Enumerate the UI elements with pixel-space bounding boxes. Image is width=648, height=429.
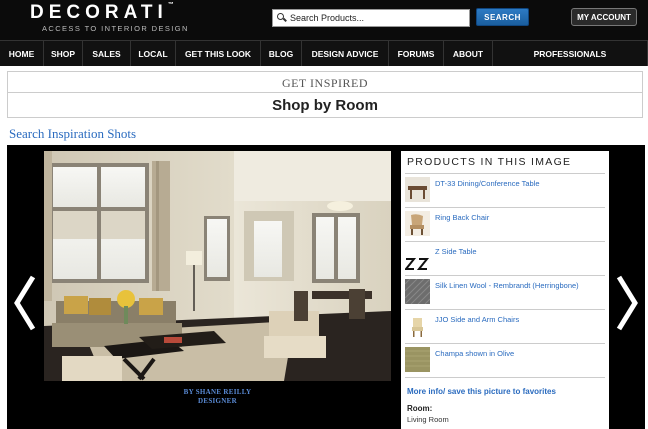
product-label: JJO Side and Arm Chairs <box>435 315 520 324</box>
inspiration-viewer: BY SHANE REILLY DESIGNER PRODUCTS IN THI… <box>7 145 645 429</box>
my-account-button[interactable]: MY ACCOUNT <box>571 8 637 26</box>
olive-fabric-thumbnail-icon <box>405 347 430 372</box>
products-panel-title: PRODUCTS IN THIS IMAGE <box>407 156 572 168</box>
nav-item-about[interactable]: ABOUT <box>444 41 493 66</box>
logo[interactable]: DECORATI™ <box>30 2 174 24</box>
chair-thumbnail-icon <box>405 211 430 236</box>
main-nav: HOME SHOP SALES LOCAL GET THIS LOOK BLOG DESIG… <box>0 40 648 66</box>
search-icon <box>277 13 287 23</box>
side-table-thumbnail-icon <box>405 245 430 270</box>
search-box[interactable] <box>272 9 470 27</box>
nav-item-local[interactable]: LOCAL <box>131 41 176 66</box>
room-label: Room: <box>407 404 433 413</box>
products-panel: PRODUCTS IN THIS IMAGE DT-33 Dining/Conf… <box>401 151 609 429</box>
fabric-thumbnail-icon <box>405 279 430 304</box>
product-label: DT-33 Dining/Conference Table <box>435 179 540 188</box>
site-header: DECORATI™ ACCESS TO INTERIOR DESIGN SEAR… <box>0 0 648 40</box>
get-inspired-heading: GET INSPIRED <box>8 72 642 93</box>
credit-role: DESIGNER <box>198 397 237 405</box>
product-item[interactable]: Champa shown in Olive <box>405 344 605 378</box>
get-inspired-box: GET INSPIRED Shop by Room <box>7 71 643 118</box>
previous-arrow-icon[interactable] <box>13 275 37 331</box>
nav-item-design-advice[interactable]: DESIGN ADVICE <box>302 41 389 66</box>
nav-item-sales[interactable]: SALES <box>83 41 131 66</box>
nav-item-shop[interactable]: SHOP <box>44 41 83 66</box>
armchair-thumbnail-icon <box>405 313 430 338</box>
product-item[interactable]: Silk Linen Wool - Rembrandt (Herringbone… <box>405 276 605 310</box>
product-label: Silk Linen Wool - Rembrandt (Herringbone… <box>435 281 579 290</box>
table-thumbnail-icon <box>405 177 430 202</box>
product-item[interactable]: Ring Back Chair <box>405 208 605 242</box>
next-arrow-icon[interactable] <box>615 275 639 331</box>
search-button[interactable]: SEARCH <box>476 8 529 26</box>
photo-credit[interactable]: BY SHANE REILLY DESIGNER <box>44 388 391 406</box>
living-room-illustration <box>44 151 391 381</box>
credit-designer-name: BY SHANE REILLY <box>183 388 252 396</box>
search-inspiration-link[interactable]: Search Inspiration Shots <box>9 126 136 142</box>
nav-item-get-this-look[interactable]: GET THIS LOOK <box>176 41 261 66</box>
room-value[interactable]: Living Room <box>401 413 609 424</box>
product-item[interactable]: DT-33 Dining/Conference Table <box>405 174 605 208</box>
nav-item-forums[interactable]: FORUMS <box>389 41 444 66</box>
nav-item-professionals[interactable]: PROFESSIONALS <box>493 41 648 66</box>
nav-item-blog[interactable]: BLOG <box>261 41 302 66</box>
product-item[interactable]: Z Side Table <box>405 242 605 276</box>
page-title: Shop by Room <box>272 97 378 114</box>
products-list: DT-33 Dining/Conference Table Ring Back … <box>405 173 605 378</box>
product-label: Ring Back Chair <box>435 213 490 222</box>
product-label: Champa shown in Olive <box>435 349 515 358</box>
room-photo[interactable] <box>44 151 391 381</box>
nav-item-home[interactable]: HOME <box>0 41 44 66</box>
tagline: ACCESS TO INTERIOR DESIGN <box>42 24 189 33</box>
more-info-save-favorites-link[interactable]: More info/ save this picture to favorite… <box>401 378 609 396</box>
product-item[interactable]: JJO Side and Arm Chairs <box>405 310 605 344</box>
search-input[interactable] <box>290 13 460 23</box>
product-label: Z Side Table <box>435 247 477 256</box>
